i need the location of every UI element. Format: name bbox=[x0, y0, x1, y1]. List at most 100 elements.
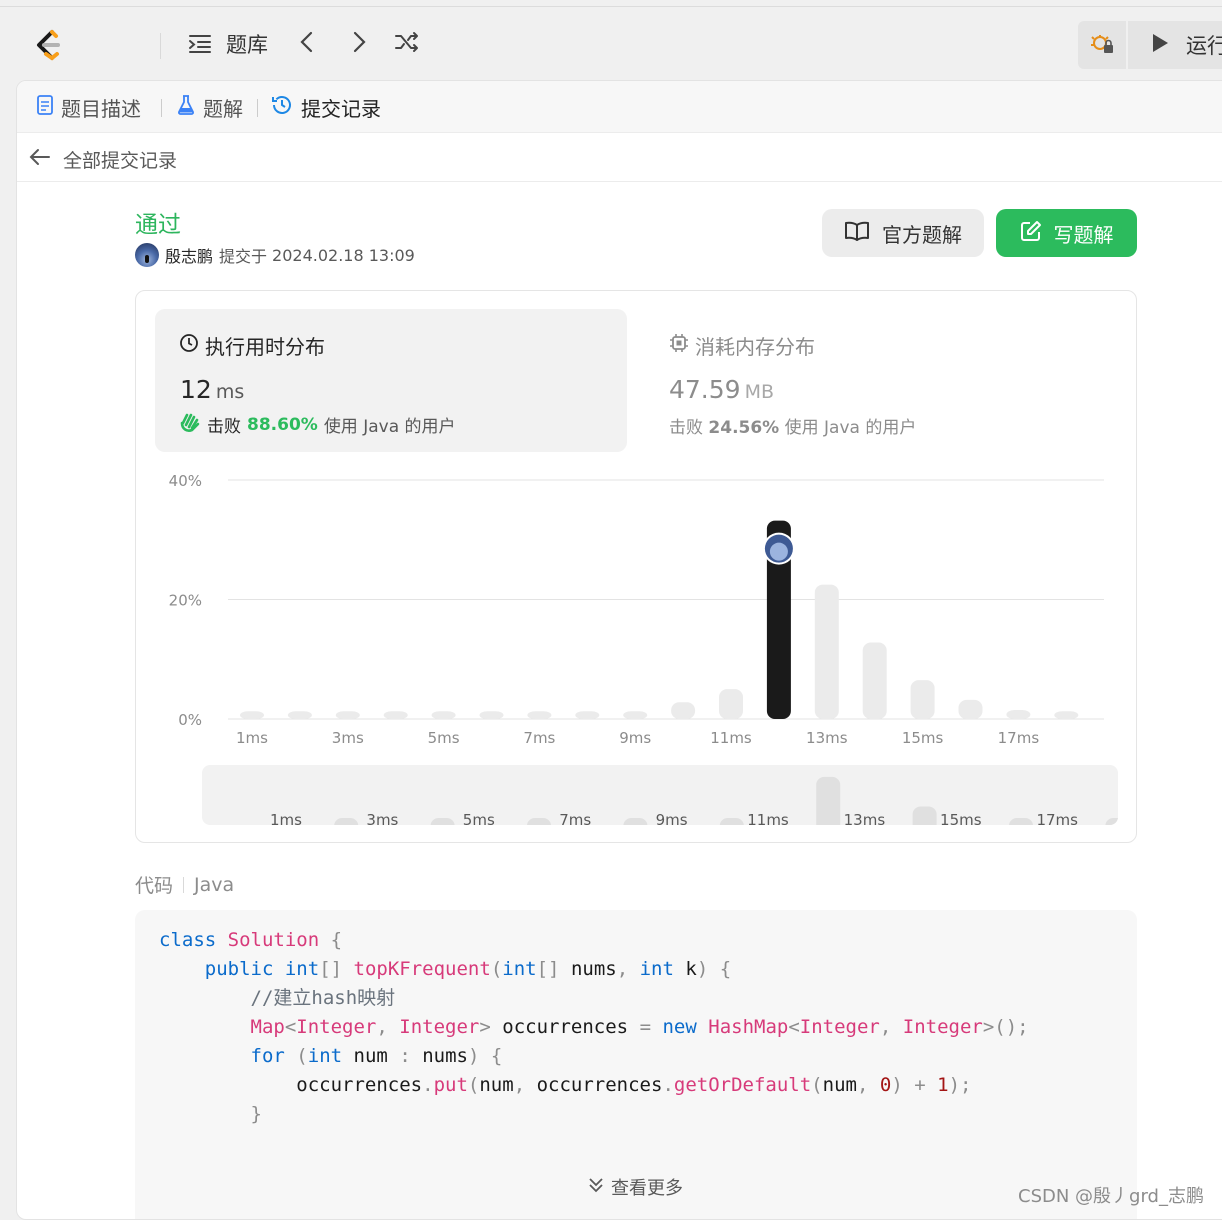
tab-label: 题解 bbox=[203, 96, 243, 121]
x-tick-label: 1ms bbox=[236, 729, 268, 747]
leetcode-logo-icon[interactable] bbox=[30, 27, 66, 63]
code-section-label: 代码 Java bbox=[135, 871, 234, 898]
mini-x-tick-label: 13ms bbox=[844, 811, 886, 825]
mini-x-tick-label: 1ms bbox=[270, 811, 302, 825]
run-button[interactable]: 运行 bbox=[1128, 21, 1222, 69]
code-line: for (int num : nums) { bbox=[250, 1045, 503, 1067]
code-line: Map<Integer, Integer> occurrences = new … bbox=[250, 1016, 1029, 1038]
runtime-title: 执行用时分布 bbox=[179, 331, 325, 360]
submission-panel: 题目描述 题解 提交记录 全部提交记录 通过 殷志鹏 提交于 2024.02.1… bbox=[16, 80, 1222, 1220]
code-language: Java bbox=[194, 873, 235, 896]
view-more-button[interactable]: 查看更多 bbox=[587, 1174, 683, 1200]
distribution-card: 执行用时分布 12 ms 击败 88.60% 使用 Java 的用户 消耗内存分布… bbox=[135, 290, 1137, 843]
tab-solutions[interactable]: 题解 bbox=[177, 93, 243, 121]
history-icon bbox=[271, 94, 293, 121]
book-open-icon bbox=[844, 221, 882, 246]
mini-bar-8ms bbox=[623, 818, 648, 825]
author-name[interactable]: 殷志鹏 bbox=[165, 243, 213, 267]
runtime-distribution-tab[interactable]: 执行用时分布 12 ms 击败 88.60% 使用 Java 的用户 bbox=[155, 309, 627, 452]
beat-suffix: 使用 Java 的用户 bbox=[323, 417, 456, 437]
bar-10ms bbox=[671, 702, 696, 719]
write-solution-button[interactable]: 写题解 bbox=[996, 209, 1137, 257]
y-tick-label: 40% bbox=[169, 472, 202, 490]
problem-list-button[interactable]: 题库 bbox=[188, 29, 268, 59]
bar-5ms bbox=[431, 711, 456, 719]
next-problem-button[interactable] bbox=[350, 29, 368, 59]
submitted-prefix: 提交于 bbox=[219, 247, 268, 266]
memory-distribution-tab[interactable]: 消耗内存分布 bbox=[669, 331, 815, 360]
beat-prefix: 击败 bbox=[207, 417, 241, 437]
bar-1ms bbox=[240, 711, 264, 719]
runtime-distribution-chart[interactable]: 40% 20% 0% 1ms 3ms 5ms 7ms 9ms 11ms 13ms 15ms 17ms bbox=[136, 451, 1136, 751]
x-tick-label: 7ms bbox=[523, 729, 555, 747]
tab-label: 题目描述 bbox=[61, 96, 141, 121]
mini-bar-2ms bbox=[334, 818, 359, 825]
mini-bar-12ms bbox=[816, 776, 841, 825]
code-block[interactable]: class Solution { public int[] topKFreque… bbox=[135, 910, 1137, 1219]
shuffle-icon bbox=[394, 31, 420, 58]
mini-bar-14ms bbox=[912, 806, 937, 825]
submitted-time: 2024.02.18 13:09 bbox=[272, 245, 415, 265]
mini-x-tick-label: 11ms bbox=[747, 811, 789, 825]
beat-prefix: 击败 bbox=[669, 418, 703, 438]
bar-9ms bbox=[623, 711, 648, 719]
mini-chart[interactable]: 1ms 3ms 5ms 7ms 9ms 11ms 13ms 15ms 17ms bbox=[202, 765, 1118, 825]
tab-submissions[interactable]: 提交记录 bbox=[271, 93, 381, 121]
submission-status: 通过 bbox=[135, 212, 181, 238]
mini-bar-18ms bbox=[1105, 818, 1118, 825]
bar-4ms bbox=[383, 711, 408, 719]
double-chevron-down-icon bbox=[587, 1176, 611, 1199]
memory-number: 47.59 bbox=[669, 375, 741, 404]
mini-bar-10ms bbox=[719, 818, 744, 825]
run-label: 运行 bbox=[1186, 34, 1222, 58]
beat-suffix: 使用 Java 的用户 bbox=[784, 418, 917, 438]
bar-8ms bbox=[575, 711, 600, 719]
x-tick-label: 11ms bbox=[710, 729, 752, 747]
mini-x-tick-label: 3ms bbox=[366, 811, 398, 825]
random-problem-button[interactable] bbox=[394, 29, 420, 59]
divider bbox=[257, 99, 258, 117]
problem-list-label: 题库 bbox=[226, 33, 268, 57]
mini-x-tick-label: 7ms bbox=[559, 811, 591, 825]
divider bbox=[161, 99, 162, 117]
official-solution-label: 官方题解 bbox=[882, 222, 962, 247]
debug-button[interactable] bbox=[1078, 21, 1126, 69]
bug-lock-icon bbox=[1090, 31, 1114, 59]
bar-7ms bbox=[527, 711, 552, 719]
chevron-right-icon bbox=[350, 31, 368, 58]
beat-percent: 24.56% bbox=[708, 418, 780, 438]
code-label-text: 代码 bbox=[135, 875, 174, 897]
code-line: occurrences.put(num, occurrences.getOrDe… bbox=[296, 1074, 972, 1096]
x-tick-label: 17ms bbox=[998, 729, 1040, 747]
avatar[interactable] bbox=[135, 243, 159, 267]
y-tick-label: 0% bbox=[178, 711, 202, 729]
code-line: class Solution { bbox=[159, 929, 343, 951]
tab-description[interactable]: 题目描述 bbox=[37, 93, 141, 121]
bar-3ms bbox=[335, 711, 360, 719]
flask-icon bbox=[177, 94, 195, 120]
back-label: 全部提交记录 bbox=[63, 150, 178, 172]
chip-icon bbox=[669, 333, 695, 358]
bar-13ms bbox=[814, 584, 839, 719]
chart-range-navigator[interactable]: 1ms 3ms 5ms 7ms 9ms 11ms 13ms 15ms 17ms bbox=[202, 765, 1118, 825]
official-solution-button[interactable]: 官方题解 bbox=[822, 209, 984, 257]
chevron-left-icon bbox=[298, 31, 316, 58]
mini-bar-16ms bbox=[1009, 818, 1033, 825]
x-tick-label: 3ms bbox=[332, 729, 364, 747]
back-to-all-submissions[interactable]: 全部提交记录 bbox=[29, 146, 177, 173]
bar-17ms bbox=[1006, 710, 1031, 719]
divider bbox=[160, 33, 161, 59]
code-line: } bbox=[250, 1103, 262, 1125]
view-more-label: 查看更多 bbox=[611, 1178, 683, 1199]
watermark: CSDN @殷丿grd_志鹏 bbox=[1018, 1186, 1204, 1207]
previous-problem-button[interactable] bbox=[298, 29, 316, 59]
x-tick-label: 5ms bbox=[428, 729, 460, 747]
clapping-hands-icon bbox=[179, 411, 201, 438]
mini-bar-6ms bbox=[527, 818, 551, 825]
clock-icon bbox=[179, 333, 205, 358]
document-icon bbox=[37, 94, 53, 120]
runtime-number: 12 bbox=[180, 375, 212, 404]
runtime-value: 12 ms bbox=[180, 375, 244, 404]
mini-x-tick-label: 5ms bbox=[463, 811, 495, 825]
memory-beat: 击败 24.56% 使用 Java 的用户 bbox=[669, 413, 916, 438]
